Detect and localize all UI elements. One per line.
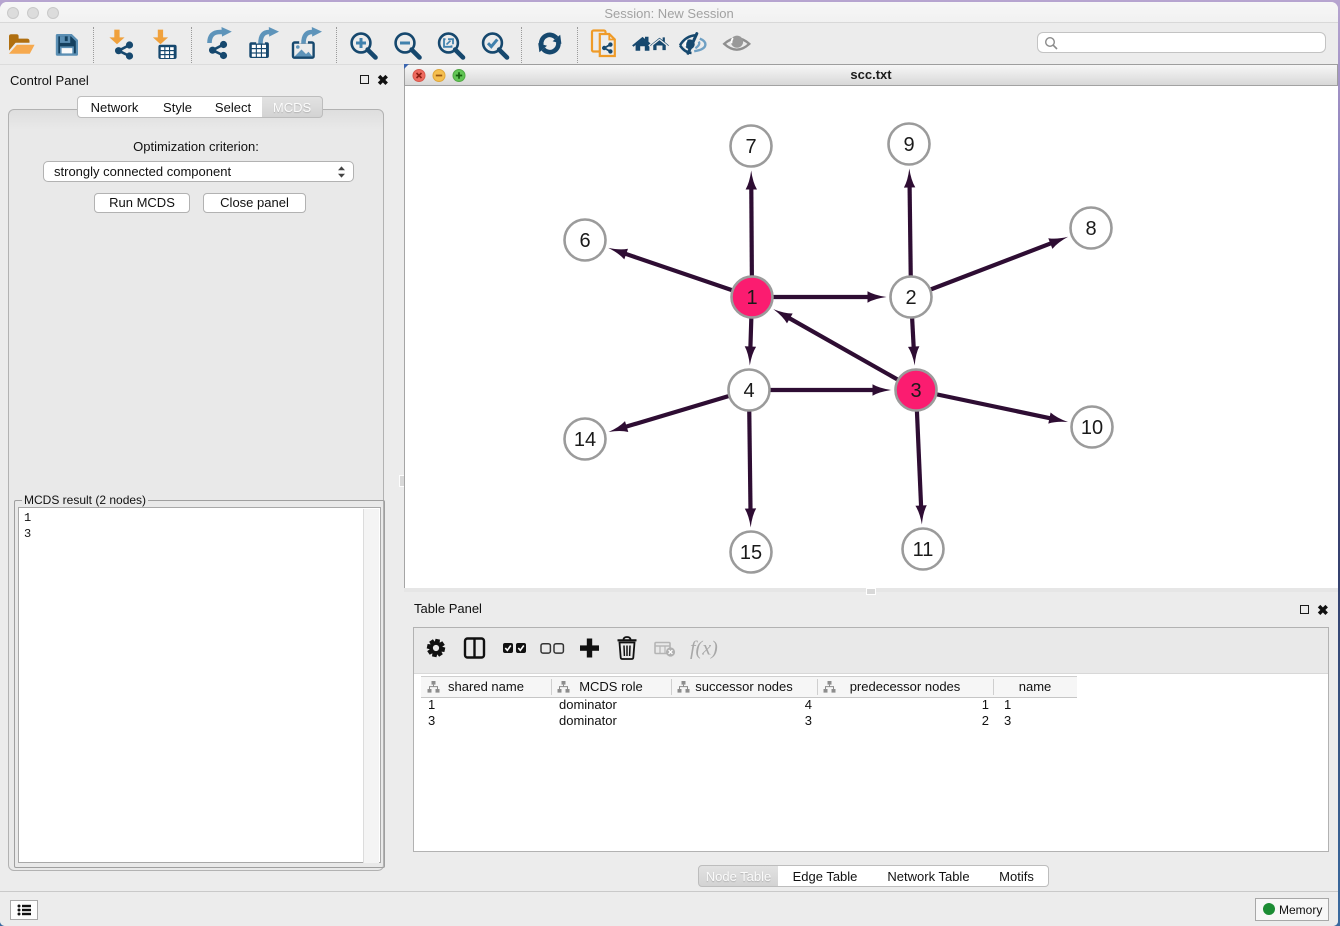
svg-text:f(x): f(x) <box>690 638 718 660</box>
svg-text:11: 11 <box>913 539 934 561</box>
svg-text:4: 4 <box>743 380 754 402</box>
svg-text:3: 3 <box>910 380 921 402</box>
svg-text:7: 7 <box>745 136 756 158</box>
svg-text:9: 9 <box>903 134 914 156</box>
svg-text:8: 8 <box>1085 218 1096 240</box>
svg-text:15: 15 <box>740 542 762 564</box>
svg-text:10: 10 <box>1081 417 1103 439</box>
svg-text:6: 6 <box>579 230 590 252</box>
svg-text:1: 1 <box>746 287 757 309</box>
svg-text:2: 2 <box>905 287 916 309</box>
svg-text:14: 14 <box>574 429 596 451</box>
